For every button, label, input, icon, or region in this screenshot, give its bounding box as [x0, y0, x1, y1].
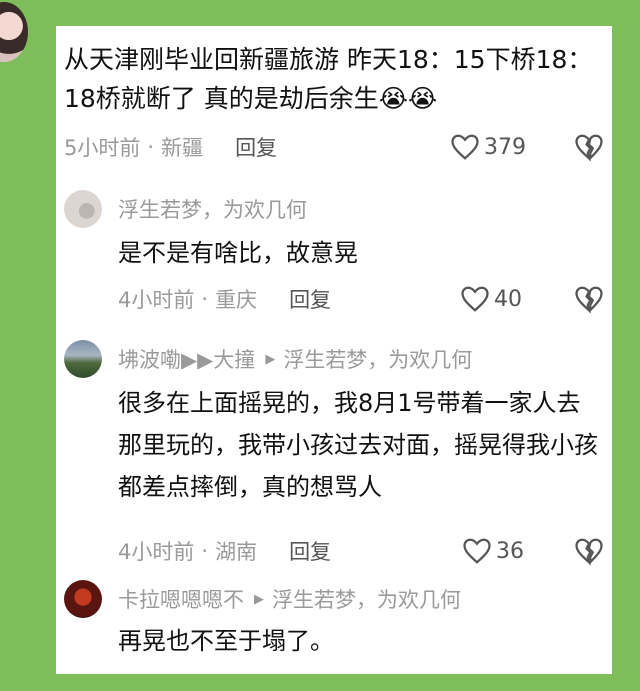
- like-count: 36: [496, 538, 524, 564]
- reply-button[interactable]: 回复: [235, 132, 277, 162]
- comment-location: 新疆: [161, 136, 204, 160]
- reply-item: 卡拉嗯嗯嗯不 ▶ 浮生若梦，为欢几何 再晃也不至于塌了。: [56, 578, 612, 674]
- reply-text: 很多在上面摇晃的，我8月1号带着一家人去那里玩的，我带小孩过去对面，摇晃得我小孩…: [118, 389, 598, 501]
- author-name[interactable]: 卡拉嗯嗯嗯不: [118, 584, 244, 614]
- author-name[interactable]: 浮生若梦，为欢几何: [118, 194, 307, 224]
- avatar[interactable]: [64, 190, 102, 228]
- reply-to-name[interactable]: 浮生若梦，为欢几何: [272, 584, 461, 614]
- broken-heart-icon[interactable]: [574, 536, 604, 566]
- reply-meta: 4小时前 · 重庆 回复: [118, 284, 331, 314]
- triangle-right-icon: ▶: [265, 351, 276, 367]
- reply-text: 再晃也不至于塌了。: [118, 627, 334, 655]
- comment-thread: 从天津刚毕业回新疆旅游 昨天18：15下桥18：18桥就断了 真的是劫后余生😭😭…: [56, 26, 612, 674]
- reply-button[interactable]: 回复: [289, 284, 331, 314]
- meta-separator: ·: [201, 287, 209, 311]
- avatar[interactable]: [64, 340, 102, 378]
- reply-item: 坲波嘞▶▶大撞 ▶ 浮生若梦，为欢几何 很多在上面摇晃的，我8月1号带着一家人去…: [56, 336, 612, 568]
- comment-time: 4小时前: [118, 288, 195, 312]
- like-button[interactable]: 40: [460, 284, 522, 314]
- heart-outline-icon: [451, 134, 479, 160]
- like-count: 379: [484, 134, 526, 160]
- like-button[interactable]: 379: [450, 132, 526, 162]
- reply-author: 卡拉嗯嗯嗯不 ▶ 浮生若梦，为欢几何: [118, 584, 461, 614]
- comment-location: 重庆: [215, 288, 258, 312]
- meta-separator: ·: [201, 539, 209, 563]
- reply-item: 浮生若梦，为欢几何 是不是有啥比，故意晃 4小时前 · 重庆 回复 40: [56, 186, 612, 318]
- reply-text: 是不是有啥比，故意晃: [118, 239, 358, 267]
- avatar[interactable]: [64, 580, 102, 618]
- author-name[interactable]: 坲波嘞▶▶大撞: [118, 344, 255, 374]
- main-comment-meta: 5小时前 · 新疆 回复: [64, 132, 277, 162]
- like-count: 40: [494, 286, 522, 312]
- broken-heart-icon[interactable]: [574, 284, 604, 314]
- reply-meta: 4小时前 · 湖南 回复: [118, 536, 331, 566]
- heart-outline-icon: [461, 286, 489, 312]
- heart-outline-icon: [463, 538, 491, 564]
- reply-author: 坲波嘞▶▶大撞 ▶ 浮生若梦，为欢几何: [118, 344, 472, 374]
- comment-location: 湖南: [215, 540, 258, 564]
- main-comment: 从天津刚毕业回新疆旅游 昨天18：15下桥18：18桥就断了 真的是劫后余生😭😭…: [56, 26, 612, 176]
- reply-button[interactable]: 回复: [289, 536, 331, 566]
- main-comment-text: 从天津刚毕业回新疆旅游 昨天18：15下桥18：18桥就断了 真的是劫后余生😭😭: [64, 45, 593, 113]
- reply-to-name[interactable]: 浮生若梦，为欢几何: [283, 344, 472, 374]
- original-poster-avatar[interactable]: [0, 2, 28, 62]
- broken-heart-icon[interactable]: [574, 132, 604, 162]
- like-button[interactable]: 36: [462, 536, 524, 566]
- comment-time: 4小时前: [118, 540, 195, 564]
- meta-separator: ·: [147, 135, 155, 159]
- reply-author[interactable]: 浮生若梦，为欢几何: [118, 194, 307, 224]
- triangle-right-icon: ▶: [254, 591, 264, 607]
- comment-time: 5小时前: [64, 136, 141, 160]
